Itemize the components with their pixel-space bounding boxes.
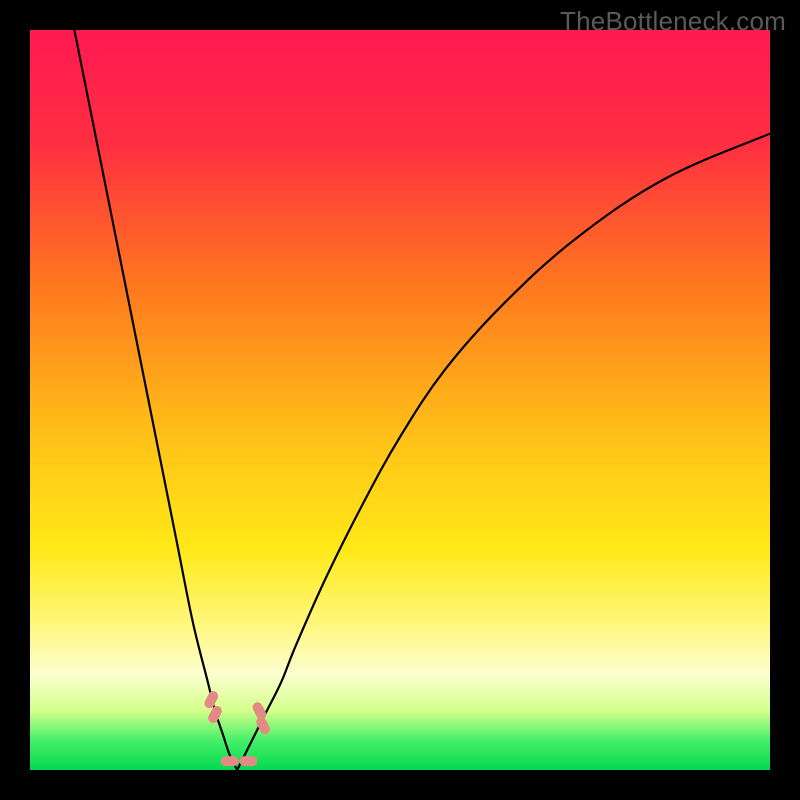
curve-layer [30,30,770,770]
data-marker [221,756,239,766]
chart-frame: TheBottleneck.com [0,0,800,800]
plot-area [30,30,770,770]
data-marker [254,715,271,736]
curve-left-curve [74,30,237,770]
data-marker [239,756,257,766]
curve-right-curve [237,134,770,770]
